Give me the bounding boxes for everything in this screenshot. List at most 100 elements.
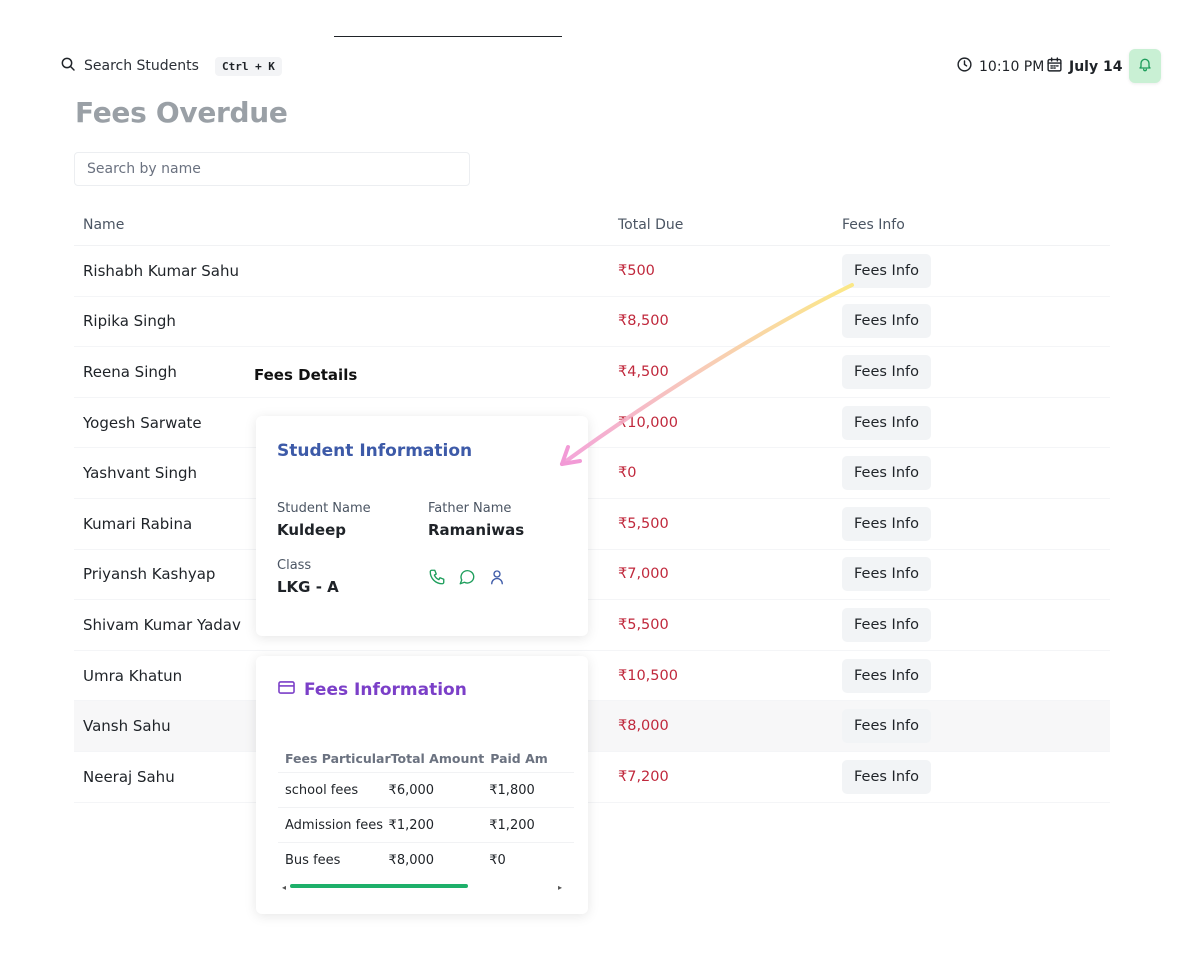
table-row: Vansh Sahu ₹8,000 Fees Info	[74, 701, 1110, 752]
fee-paid-cell: ₹0	[489, 852, 506, 868]
table-body: Rishabh Kumar Sahu ₹500 Fees Info Ripika Si…	[74, 246, 1110, 803]
table-header: Name Total Due Fees Info	[74, 204, 1110, 246]
fee-total-cell: ₹6,000	[388, 782, 435, 798]
fees-info-cell: Fees Info	[834, 354, 931, 389]
student-name-value: Kuldeep	[277, 521, 347, 539]
fees-table-body: school fees ₹6,000 ₹1,800 Admission fees ₹1,…	[278, 772, 574, 877]
fees-info-button[interactable]: Fees Info	[842, 759, 931, 794]
total-due-cell: ₹7,200	[618, 768, 669, 785]
fees-info-button[interactable]: Fees Info	[842, 506, 931, 541]
fees-overdue-table: Name Total Due Fees Info Rishabh Kumar S…	[74, 204, 1110, 803]
search-students-trigger[interactable]: Search Students Ctrl + K	[50, 48, 300, 84]
total-due-cell: ₹500	[618, 262, 655, 279]
fees-info-cell: Fees Info	[834, 658, 931, 693]
fees-info-button[interactable]: Fees Info	[842, 607, 931, 642]
page-title: Fees Overdue	[75, 96, 288, 129]
fees-info-cell: Fees Info	[834, 456, 931, 491]
clock-icon	[956, 56, 973, 77]
header-name: Name	[83, 216, 125, 233]
student-name-cell: Rishabh Kumar Sahu	[83, 261, 239, 280]
fees-col-total: Total Amount	[390, 750, 485, 766]
total-due-cell: ₹8,000	[618, 718, 669, 735]
user-icon[interactable]	[488, 568, 506, 586]
fees-info-button[interactable]: Fees Info	[842, 557, 931, 592]
total-due-cell: ₹7,000	[618, 566, 669, 583]
fees-info-button[interactable]: Fees Info	[842, 405, 931, 440]
fees-info-cell: Fees Info	[834, 557, 931, 592]
total-due-cell: ₹4,500	[618, 363, 669, 380]
fees-info-button[interactable]: Fees Info	[842, 709, 931, 744]
student-information-heading: Student Information	[277, 441, 473, 461]
fees-info-cell: Fees Info	[834, 607, 931, 642]
fee-total-cell: ₹1,200	[388, 817, 435, 833]
total-due-cell: ₹10,500	[618, 667, 678, 684]
fees-info-button[interactable]: Fees Info	[842, 253, 931, 288]
fees-table-header: Fees Particular Total Amount Paid Am	[278, 744, 574, 772]
fee-paid-cell: ₹1,200	[489, 817, 535, 833]
table-row: Kumari Rabina ₹5,500 Fees Info	[74, 499, 1110, 550]
fees-info-button[interactable]: Fees Info	[842, 456, 931, 491]
class-label: Class	[277, 558, 312, 573]
fees-info-cell: Fees Info	[834, 253, 931, 288]
fee-particular-cell: school fees	[285, 782, 359, 798]
father-name-value: Ramaniwas	[428, 521, 525, 539]
credit-card-icon	[277, 678, 296, 702]
student-name-cell: Ripika Singh	[83, 312, 176, 331]
date-text: July 14	[1069, 58, 1123, 75]
fees-col-paid: Paid Am	[490, 750, 548, 766]
fees-particulars-table: Fees Particular Total Amount Paid Am sch…	[278, 744, 574, 877]
table-row: Ripika Singh ₹8,500 Fees Info	[74, 297, 1110, 348]
fee-particular-cell: Admission fees	[285, 817, 384, 833]
fee-particular-cell: Bus fees	[285, 852, 341, 868]
fees-information-heading-row: Fees Information	[277, 678, 467, 702]
current-date: July 14	[1046, 56, 1122, 77]
header-total-due: Total Due	[618, 216, 684, 233]
total-due-cell: ₹5,500	[618, 616, 669, 633]
fees-info-button[interactable]: Fees Info	[842, 304, 931, 339]
fee-total-cell: ₹8,000	[388, 852, 435, 868]
father-name-label: Father Name	[428, 501, 512, 516]
table-row: Neeraj Sahu ₹7,200 Fees Info	[74, 752, 1110, 803]
total-due-cell: ₹8,500	[618, 313, 669, 330]
chat-icon[interactable]	[458, 568, 476, 586]
fee-paid-cell: ₹1,800	[489, 782, 535, 798]
header-fees-info: Fees Info	[842, 216, 905, 233]
fees-info-cell: Fees Info	[834, 709, 931, 744]
student-information-card: Student Information Student Name Kuldeep…	[256, 416, 588, 636]
class-value: LKG - A	[277, 578, 339, 596]
fees-info-button[interactable]: Fees Info	[842, 658, 931, 693]
table-row: Priyansh Kashyap ₹7,000 Fees Info	[74, 550, 1110, 601]
fees-info-cell: Fees Info	[834, 506, 931, 541]
table-row: Yashvant Singh ₹0 Fees Info	[74, 448, 1110, 499]
fees-info-cell: Fees Info	[834, 759, 931, 794]
fees-details-title: Fees Details	[246, 362, 422, 388]
scroll-left-arrow-icon[interactable]: ◂	[282, 883, 286, 892]
keyboard-shortcut-badge: Ctrl + K	[214, 56, 282, 76]
fees-table-row: school fees ₹6,000 ₹1,800	[278, 772, 574, 807]
search-by-name-input[interactable]	[74, 152, 470, 186]
table-row: Yogesh Sarwate ₹10,000 Fees Info	[74, 398, 1110, 449]
fees-information-card: Fees Information Fees Particular Total A…	[256, 656, 588, 914]
search-students-label: Search Students	[84, 58, 199, 74]
fees-info-cell: Fees Info	[834, 304, 931, 339]
table-row: Shivam Kumar Yadav ₹5,500 Fees Info	[74, 600, 1110, 651]
scrollbar-thumb[interactable]	[290, 884, 468, 888]
table-row: Reena Singh ₹4,500 Fees Info	[74, 347, 1110, 398]
fees-info-cell: Fees Info	[834, 405, 931, 440]
search-icon	[60, 56, 76, 76]
fees-table-row: Admission fees ₹1,200 ₹1,200	[278, 807, 574, 842]
fees-information-heading: Fees Information	[304, 680, 467, 700]
notifications-button[interactable]	[1129, 49, 1161, 83]
current-time: 10:10 PM	[956, 56, 1044, 77]
fees-info-button[interactable]: Fees Info	[842, 354, 931, 389]
time-text: 10:10 PM	[979, 58, 1045, 75]
horizontal-scrollbar[interactable]: ◂ ▸	[282, 882, 562, 892]
bell-icon	[1137, 56, 1153, 76]
top-divider-line	[334, 36, 562, 37]
contact-actions	[428, 568, 506, 586]
calendar-icon	[1046, 56, 1063, 77]
fees-table-row: Bus fees ₹8,000 ₹0	[278, 842, 574, 877]
table-row: Rishabh Kumar Sahu ₹500 Fees Info	[74, 246, 1110, 297]
phone-icon[interactable]	[428, 568, 446, 586]
scroll-right-arrow-icon[interactable]: ▸	[558, 883, 562, 892]
